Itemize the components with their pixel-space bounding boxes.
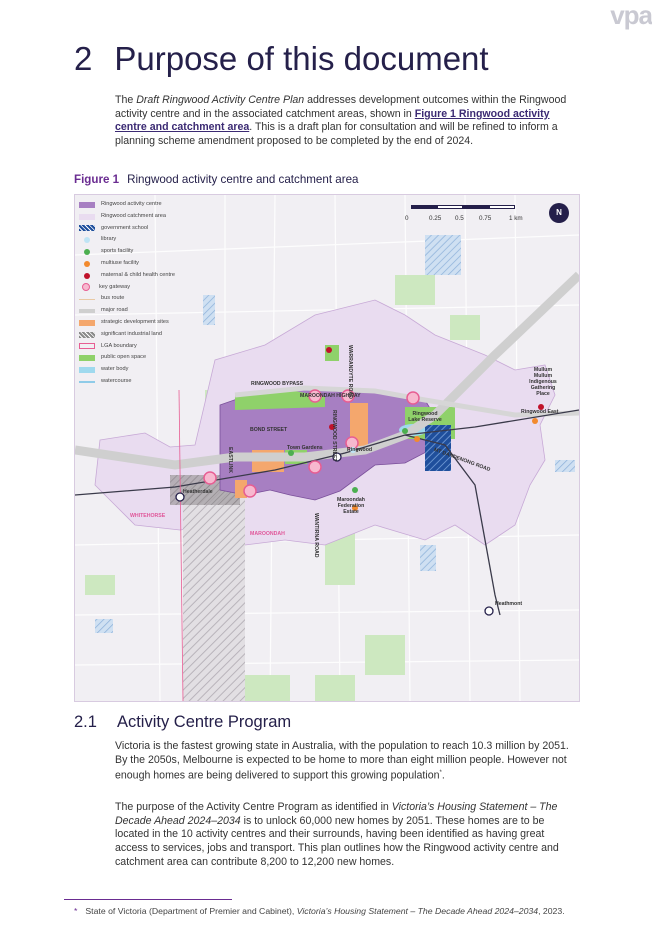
legend-swatch — [79, 213, 95, 220]
legend-item: major road — [79, 305, 197, 317]
legend-swatch — [79, 298, 95, 301]
legend-label: LGA boundary — [101, 342, 137, 349]
legend-swatch — [84, 260, 90, 267]
legend-label: maternal & child health centre — [101, 271, 176, 278]
map-label: Ringwood East — [521, 409, 559, 415]
legend-item: library — [79, 234, 197, 246]
paragraph-population: Victoria is the fastest growing state in… — [115, 740, 577, 784]
legend-item: water body — [79, 364, 197, 376]
footnote-end: , 2023. — [538, 906, 565, 916]
paragraph-program: The purpose of the Activity Centre Progr… — [115, 801, 577, 870]
map-label: BOND STREET — [250, 427, 288, 433]
map-label: WHITEHORSE — [130, 513, 166, 519]
legend-swatch — [79, 319, 95, 326]
paragraph-1-end: . — [441, 769, 445, 782]
legend-label: multiuse facility — [101, 259, 139, 266]
subsection-title: Activity Centre Program — [116, 713, 292, 731]
footnote: * State of Victoria (Department of Premie… — [74, 905, 574, 917]
legend-item: Ringwood activity centre — [79, 199, 197, 211]
intro-italic: Draft Ringwood Activity Centre Plan — [136, 94, 305, 106]
legend-item: watercourse — [79, 376, 197, 388]
intro-text-1: The — [115, 94, 137, 106]
legend-label: key gateway — [99, 283, 131, 290]
legend-swatch — [84, 272, 90, 279]
footnote-mark: * — [74, 906, 78, 916]
map-label: RINGWOOD BYPASS — [251, 381, 304, 387]
legend-swatch — [79, 343, 95, 350]
legend-label: bus route — [101, 295, 125, 302]
figure-caption-text: Ringwood activity centre and catchment a… — [127, 173, 359, 186]
legend-label: watercourse — [101, 377, 132, 384]
legend-swatch — [84, 237, 90, 244]
north-arrow-icon: N — [549, 203, 569, 223]
section-heading: 2 Purpose of this document — [74, 40, 489, 78]
legend-swatch — [84, 249, 90, 256]
map-label: RINGWOOD STREET — [331, 410, 337, 462]
footnote-italic: Victoria’s Housing Statement – The Decad… — [296, 906, 539, 916]
legend-swatch — [79, 331, 95, 338]
figure-caption: Figure 1 Ringwood activity centre and cat… — [74, 173, 358, 186]
legend-label: strategic development sites — [101, 318, 169, 325]
map-label: Heatherdale — [183, 489, 213, 495]
legend-item: maternal & child health centre — [79, 270, 197, 282]
map-legend: Ringwood activity centre Ringwood catchme… — [79, 199, 197, 388]
legend-item: public open space — [79, 352, 197, 364]
legend-swatch — [79, 309, 95, 314]
legend-swatch — [79, 381, 95, 383]
legend-label: government school — [101, 224, 149, 231]
map-label: Ringwood — [347, 447, 373, 453]
intro-paragraph: The Draft Ringwood Activity Centre Plan … — [115, 94, 577, 149]
legend-item: Ringwood catchment area — [79, 211, 197, 223]
legend-label: sports facility — [101, 248, 134, 255]
subsection-heading: 2.1 Activity Centre Program — [74, 713, 291, 732]
legend-swatch — [79, 201, 95, 208]
legend-swatch — [82, 283, 90, 292]
map-label: WANTIRNA ROAD — [313, 513, 319, 558]
legend-item: significant industrial land — [79, 329, 197, 341]
map-label: Town Gardens — [287, 445, 323, 451]
map-label: Maroondah Federation Estate — [337, 497, 365, 515]
legend-label: Ringwood activity centre — [101, 201, 162, 207]
legend-item: key gateway — [79, 282, 197, 294]
map-scale: 0 0.25 0.5 0.75 1 km — [401, 201, 571, 231]
legend-swatch — [79, 355, 95, 362]
legend-item: sports facility — [79, 246, 197, 258]
legend-item: government school — [79, 223, 197, 235]
map-label: MAROONDAH — [250, 531, 285, 537]
scale-label: 0.75 — [479, 215, 492, 222]
section-number: 2 — [74, 40, 93, 77]
map-figure: Ringwood activity centre Ringwood catchme… — [74, 194, 580, 702]
subsection-number: 2.1 — [74, 713, 97, 731]
map-label: Heathmont — [495, 601, 523, 607]
legend-item: LGA boundary — [79, 341, 197, 353]
legend-swatch — [79, 367, 95, 374]
map-label: WARRANDYTE ROAD — [347, 345, 353, 399]
paragraph-2-start: The purpose of the Activity Centre Progr… — [115, 801, 392, 813]
footnote-divider — [64, 899, 232, 900]
legend-swatch — [79, 225, 95, 232]
legend-label: major road — [101, 307, 128, 314]
paragraph-1-text: Victoria is the fastest growing state in… — [115, 740, 569, 782]
scale-label: 0.5 — [455, 215, 464, 222]
map-label: Mullum Mullum Indigenous Gathering Place — [529, 367, 557, 397]
section-title: Purpose of this document — [114, 40, 489, 77]
scale-label: 0 — [405, 215, 409, 222]
figure-number: Figure 1 — [74, 173, 120, 186]
vpa-logo: vpa — [610, 0, 652, 30]
legend-label: library — [101, 236, 117, 243]
legend-label: water body — [101, 366, 129, 373]
legend-item: multiuse facility — [79, 258, 197, 270]
legend-item: bus route — [79, 293, 197, 305]
scale-bar — [411, 205, 515, 209]
legend-item: strategic development sites — [79, 317, 197, 329]
legend-label: significant industrial land — [101, 330, 162, 337]
footnote-start: State of Victoria (Department of Premier… — [85, 906, 297, 916]
legend-label: Ringwood catchment area — [101, 212, 166, 219]
map-label: Ringwood Lake Reserve — [408, 411, 442, 423]
scale-label: 1 km — [509, 215, 523, 222]
legend-label: public open space — [101, 354, 147, 361]
map-label: EASTLINK — [227, 447, 233, 473]
scale-label: 0.25 — [429, 215, 442, 222]
